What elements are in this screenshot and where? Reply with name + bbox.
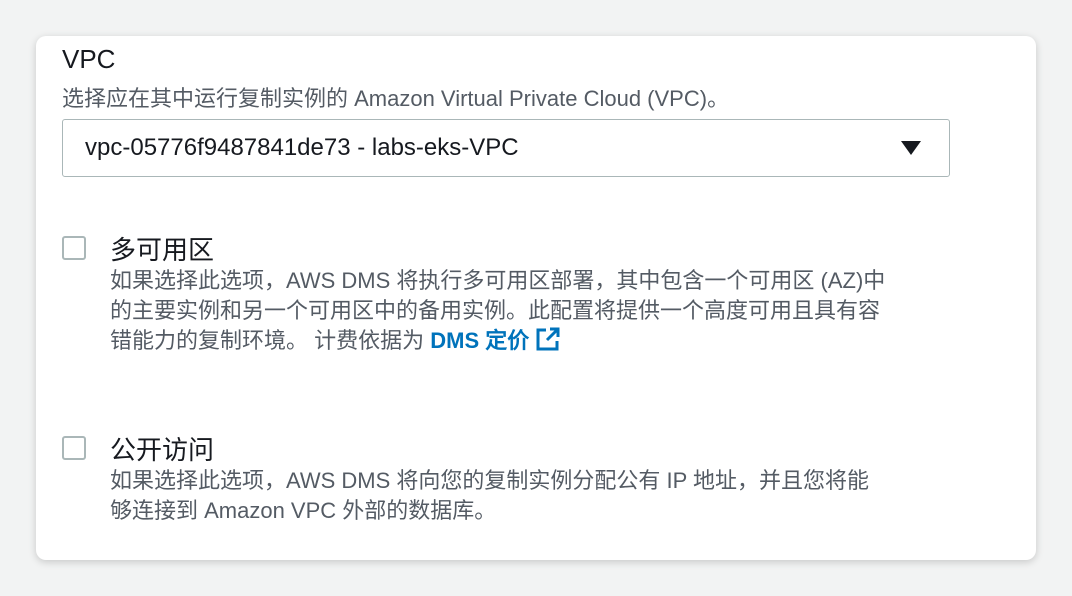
multi-az-desc-line: 如果选择此选项，AWS DMS 将执行多可用区部署，其中包含一个可用区 (AZ)… [110, 268, 886, 293]
vpc-select[interactable]: vpc-05776f9487841de73 - labs-eks-VPC [62, 119, 950, 177]
vpc-settings-panel: VPC 选择应在其中运行复制实例的 Amazon Virtual Private… [36, 36, 1036, 560]
public-access-desc-line: 够连接到 Amazon VPC 外部的数据库。 [110, 498, 497, 523]
multi-az-title: 多可用区 [110, 235, 215, 265]
external-link-icon [536, 327, 560, 351]
caret-down-icon [901, 141, 921, 155]
multi-az-description: 如果选择此选项，AWS DMS 将执行多可用区部署，其中包含一个可用区 (AZ)… [110, 266, 960, 356]
multi-az-desc-line: 的主要实例和另一个可用区中的备用实例。此配置将提供一个高度可用且具有容 [110, 298, 881, 323]
multi-az-desc-line: 错能力的复制环境。 计费依据为 [110, 328, 431, 353]
vpc-description: 选择应在其中运行复制实例的 Amazon Virtual Private Clo… [62, 86, 730, 111]
vpc-label: VPC [62, 44, 116, 74]
public-access-title: 公开访问 [110, 435, 215, 465]
dms-pricing-link[interactable]: DMS 定价 [430, 327, 561, 353]
public-access-description: 如果选择此选项，AWS DMS 将向您的复制实例分配公有 IP 地址，并且您将能… [110, 466, 960, 526]
multi-az-checkbox[interactable] [62, 236, 86, 260]
multi-az-desc-line-with-link: 错能力的复制环境。 计费依据为 DMS 定价 [110, 326, 960, 356]
public-access-desc-line: 如果选择此选项，AWS DMS 将向您的复制实例分配公有 IP 地址，并且您将能 [110, 468, 870, 493]
public-access-checkbox[interactable] [62, 436, 86, 460]
dms-pricing-link-label: DMS 定价 [430, 328, 530, 353]
vpc-select-value: vpc-05776f9487841de73 - labs-eks-VPC [85, 134, 519, 161]
